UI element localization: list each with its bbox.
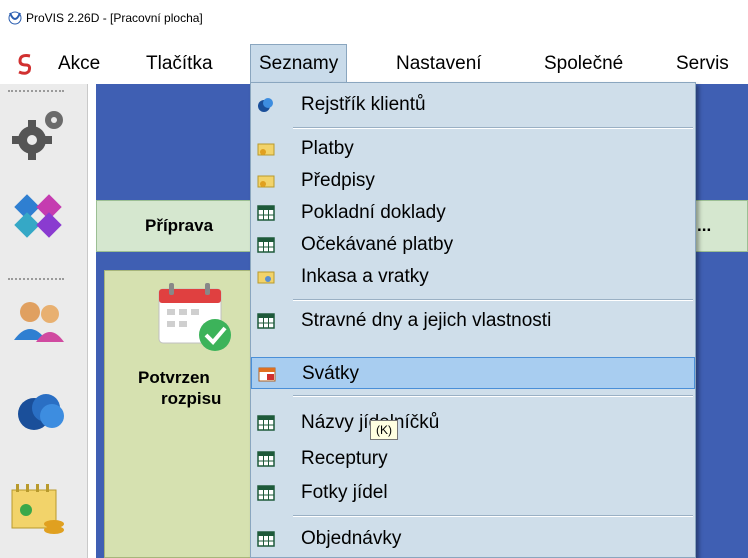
- menu-spolecne[interactable]: Společné: [536, 44, 631, 84]
- prescriptions-icon: [257, 175, 275, 188]
- system-menu-icon[interactable]: [14, 52, 36, 76]
- puzzle-icon[interactable]: [6, 184, 74, 246]
- table-icon: [257, 237, 275, 253]
- contacts-icon[interactable]: [6, 384, 74, 446]
- menu-item-label: Očekávané platby: [301, 234, 454, 255]
- table-icon: [257, 205, 275, 221]
- clients-icon: [258, 98, 273, 112]
- window-title: ProVIS 2.26D - [Pracovní plocha]: [26, 11, 203, 25]
- menu-item-label: Stravné dny a jejich vlastnosti: [301, 310, 552, 331]
- table-icon: [257, 415, 275, 431]
- tile-label-line2: rozpisu: [161, 389, 222, 408]
- menu-item-label: Platby: [301, 138, 354, 159]
- menu-item-label: Pokladní doklady: [301, 202, 446, 223]
- sidebar: [0, 84, 88, 558]
- menu-item-objednavky[interactable]: Objednávky: [251, 523, 695, 555]
- menu-item-ocekavane-platby[interactable]: Očekávané platby: [251, 229, 695, 261]
- menu-nastaveni[interactable]: Nastavení: [388, 44, 490, 84]
- table-icon: [257, 313, 275, 329]
- menu-akce[interactable]: Akce: [50, 44, 108, 84]
- menu-item-pokladni-doklady[interactable]: Pokladní doklady: [251, 197, 695, 229]
- preparation-label: Přípravа: [145, 216, 214, 235]
- gears-icon[interactable]: [6, 102, 74, 164]
- menu-separator: [293, 515, 693, 517]
- menu-seznamy[interactable]: Seznamy: [250, 44, 348, 86]
- menu-separator: [293, 299, 693, 301]
- menu-item-label: Objednávky: [301, 528, 402, 549]
- sidebar-grip[interactable]: [8, 90, 64, 92]
- menu-item-svatky[interactable]: Svátky: [251, 357, 695, 389]
- calendar-icon: [258, 367, 276, 382]
- tile-label-line1: Potvrzen: [138, 368, 210, 387]
- menu-item-label: Předpisy: [301, 170, 375, 191]
- menu-item-platby[interactable]: Platby: [251, 133, 695, 165]
- menu-item-label: Rejstřík klientů: [301, 94, 426, 115]
- menu-item-label: Receptury: [301, 448, 388, 469]
- sidebar-grip[interactable]: [8, 278, 64, 280]
- menu-item-predpisy[interactable]: Předpisy: [251, 165, 695, 197]
- menu-item-receptury[interactable]: Receptury: [251, 443, 695, 475]
- menu-item-fotky-jidel[interactable]: Fotky jídel: [251, 477, 695, 509]
- seznamy-dropdown: Rejstřík klientů Platby Předpisy Pokladn…: [250, 82, 696, 558]
- calendar-coins-icon[interactable]: [6, 480, 74, 542]
- menu-item-stravne-dny[interactable]: Stravné dny a jejich vlastnosti: [251, 305, 695, 337]
- preparation-more: ...: [697, 216, 712, 235]
- menu-servis[interactable]: Servis: [668, 44, 737, 84]
- table-icon: [257, 485, 275, 501]
- menu-tlacitka[interactable]: Tlačítka: [138, 44, 221, 84]
- calendar-check-icon: [158, 283, 231, 351]
- table-icon: [257, 451, 275, 467]
- menu-item-label: Fotky jídel: [301, 482, 388, 503]
- confirmation-tile[interactable]: Potvrzen rozpisu: [104, 270, 264, 558]
- table-icon: [257, 531, 275, 547]
- menu-item-label: Svátky: [302, 363, 360, 384]
- menu-item-nazvy-jidelnicku[interactable]: Názvy jídelníčků: [251, 407, 695, 439]
- shortcut-tooltip: (K): [370, 420, 398, 440]
- collections-icon: [257, 271, 275, 284]
- title-bar: ProVIS 2.26D - [Pracovní plocha]: [0, 0, 748, 36]
- menu-item-rejstrik-klientu[interactable]: Rejstřík klientů: [251, 89, 695, 121]
- menu-item-inkasa-a-vratky[interactable]: Inkasa a vratky: [251, 261, 695, 293]
- app-logo-icon: [8, 11, 22, 25]
- menu-separator: [293, 127, 693, 129]
- users-icon[interactable]: [6, 290, 74, 352]
- menu-bar: Akce Tlačítka Seznamy Nastavení Společné…: [0, 44, 748, 86]
- menu-item-label: Inkasa a vratky: [301, 266, 429, 287]
- menu-separator: [293, 395, 693, 397]
- payments-icon: [257, 143, 275, 156]
